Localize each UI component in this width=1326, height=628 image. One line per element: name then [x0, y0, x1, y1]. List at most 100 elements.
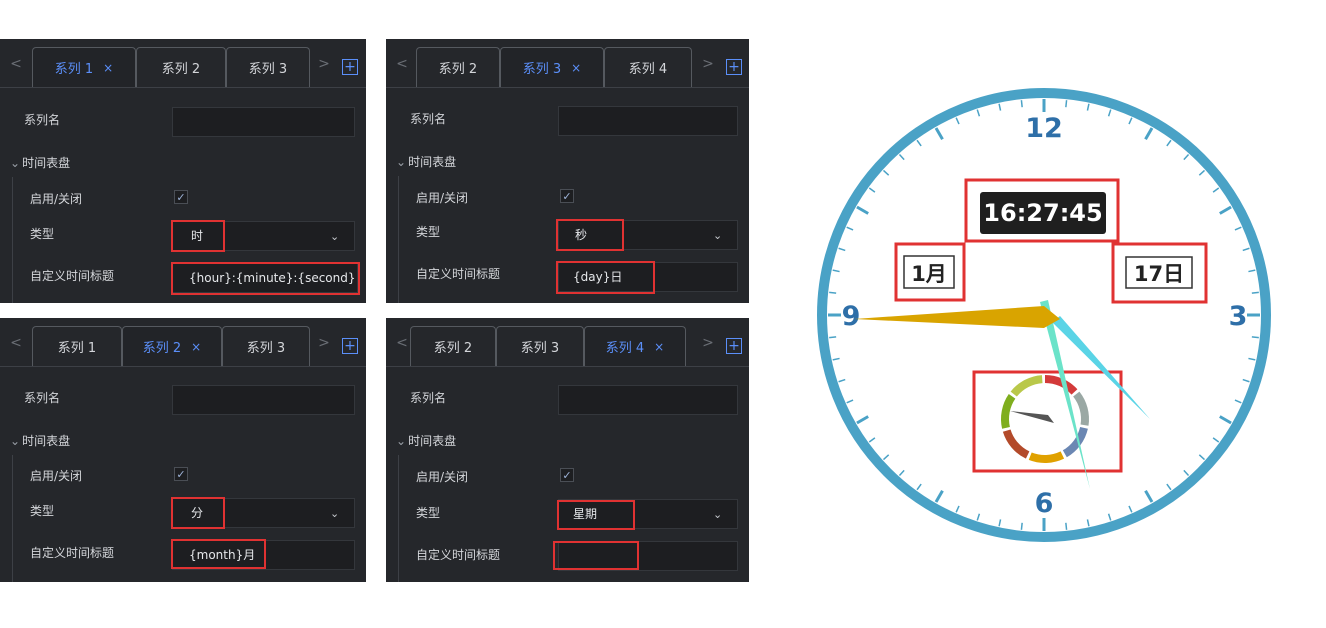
clock-tick: [832, 357, 840, 361]
settings-panel-series-2: < 系列 1 系列 2 × 系列 3 > + 系列名 ⌄ 时间表盘 启用/关闭 ✓…: [0, 318, 366, 582]
settings-panel-series-4: < 系列 2 系列 3 系列 4 × > + 系列名 ⌄ 时间表盘 启用/关闭 ✓…: [386, 318, 749, 582]
clock-tick: [1198, 454, 1206, 461]
clock-tick: [1020, 522, 1023, 530]
weekday-dial-segment: [1010, 375, 1043, 397]
series-name-input[interactable]: [172, 107, 355, 137]
clock-tick: [1212, 437, 1220, 443]
highlight-box: [171, 220, 225, 252]
clock-tick: [1128, 505, 1133, 513]
tab-series-3[interactable]: 系列 3: [226, 47, 310, 87]
tab-label: 系列 3: [522, 62, 562, 77]
tab-scroll-left-icon[interactable]: <: [8, 55, 24, 73]
enable-checkbox[interactable]: ✓: [174, 190, 188, 204]
chevron-down-icon: ⌄: [396, 155, 407, 169]
close-icon[interactable]: ×: [571, 61, 581, 75]
tab-label: 系列 2: [142, 341, 182, 356]
add-series-button[interactable]: +: [342, 59, 358, 75]
clock-tick: [1251, 291, 1259, 294]
section-header-time-dial[interactable]: ⌄ 时间表盘: [10, 154, 70, 171]
add-series-button[interactable]: +: [726, 338, 742, 354]
weekday-dial-segment: [1044, 375, 1078, 395]
section-title: 时间表盘: [408, 155, 457, 169]
add-series-button[interactable]: +: [342, 338, 358, 354]
section-header-time-dial[interactable]: ⌄ 时间表盘: [396, 432, 456, 449]
series-name-input[interactable]: [558, 385, 738, 415]
tab-series-1[interactable]: 系列 1: [32, 326, 122, 366]
enable-checkbox[interactable]: ✓: [174, 467, 188, 481]
enable-checkbox[interactable]: ✓: [560, 468, 574, 482]
tab-bar: < 系列 2 系列 3 × 系列 4 > +: [386, 39, 749, 88]
clock-number-6: 6: [1035, 488, 1054, 519]
tab-series-4[interactable]: 系列 4 ×: [584, 326, 686, 366]
clock-tick: [916, 139, 922, 147]
tab-scroll-right-icon[interactable]: >: [700, 55, 716, 73]
clock-tick: [916, 483, 922, 491]
tab-label: 系列 3: [246, 341, 286, 356]
clock-tick: [998, 519, 1002, 527]
tab-series-2[interactable]: 系列 2: [416, 47, 500, 87]
clock-tick: [1251, 336, 1259, 339]
clock-tick: [976, 109, 981, 117]
section-header-time-dial[interactable]: ⌄ 时间表盘: [10, 432, 70, 449]
tab-label: 系列 4: [605, 341, 645, 356]
clock-tick: [1234, 226, 1242, 231]
clock-tick: [1248, 269, 1256, 273]
minute-hand: [1052, 316, 1150, 419]
highlight-box: [557, 500, 635, 530]
clock-tick: [1248, 357, 1256, 361]
clock-tick: [1212, 187, 1220, 193]
chevron-down-icon: ⌄: [10, 156, 21, 170]
tab-series-4[interactable]: 系列 4: [604, 47, 692, 87]
tab-scroll-right-icon[interactable]: >: [316, 55, 332, 73]
clock-tick: [829, 291, 837, 294]
clock-tick: [998, 103, 1002, 111]
section-title: 时间表盘: [22, 434, 71, 448]
weekday-dial-segment: [1028, 451, 1065, 463]
enable-checkbox[interactable]: ✓: [560, 189, 574, 203]
tab-series-3[interactable]: 系列 3: [222, 326, 310, 366]
tab-scroll-left-icon[interactable]: <: [394, 334, 410, 352]
tab-label: 系列 1: [54, 62, 94, 77]
tab-series-2[interactable]: 系列 2 ×: [122, 326, 222, 366]
series-name-input[interactable]: [558, 106, 738, 136]
clock-tick: [1219, 415, 1232, 425]
enable-label: 启用/关闭: [30, 192, 83, 206]
close-icon[interactable]: ×: [654, 340, 664, 354]
add-series-button[interactable]: +: [726, 59, 742, 75]
chevron-down-icon: ⌄: [713, 508, 723, 521]
clock-tick: [832, 269, 840, 273]
weekday-dial-segment: [1002, 429, 1030, 459]
clock-tick: [846, 399, 854, 404]
hour-hand: [854, 306, 1060, 328]
tab-scroll-left-icon[interactable]: <: [394, 55, 410, 73]
weekday-dial-segment: [1073, 391, 1089, 426]
highlight-box: [171, 539, 266, 569]
tab-series-2[interactable]: 系列 2: [410, 326, 496, 366]
chevron-down-icon: ⌄: [330, 507, 340, 520]
series-name-input[interactable]: [172, 385, 355, 415]
tab-scroll-left-icon[interactable]: <: [8, 334, 24, 352]
close-icon[interactable]: ×: [191, 340, 201, 354]
clock-tick: [898, 469, 905, 477]
section-header-time-dial[interactable]: ⌄ 时间表盘: [396, 153, 456, 170]
close-icon[interactable]: ×: [103, 61, 113, 75]
clock-tick: [829, 336, 837, 339]
clock-tick: [898, 153, 905, 161]
tab-scroll-right-icon[interactable]: >: [700, 334, 716, 352]
tab-series-3[interactable]: 系列 3 ×: [500, 47, 604, 87]
highlight-box: [556, 219, 624, 251]
tab-series-1[interactable]: 系列 1 ×: [32, 47, 136, 87]
weekday-dial-hand: [1010, 411, 1054, 423]
tab-label: 系列 1: [57, 341, 97, 356]
clock-tick: [955, 117, 960, 125]
digital-time-text: 16:27:45: [983, 199, 1102, 227]
clock-tick: [1166, 483, 1172, 491]
clock-tick: [1086, 103, 1090, 111]
tab-series-2[interactable]: 系列 2: [136, 47, 226, 87]
series-name-label: 系列名: [24, 391, 61, 405]
type-label: 类型: [30, 227, 55, 241]
tab-series-3[interactable]: 系列 3: [496, 326, 584, 366]
highlight-box: [556, 261, 655, 294]
tab-scroll-right-icon[interactable]: >: [316, 334, 332, 352]
clock-tick: [1107, 109, 1112, 117]
